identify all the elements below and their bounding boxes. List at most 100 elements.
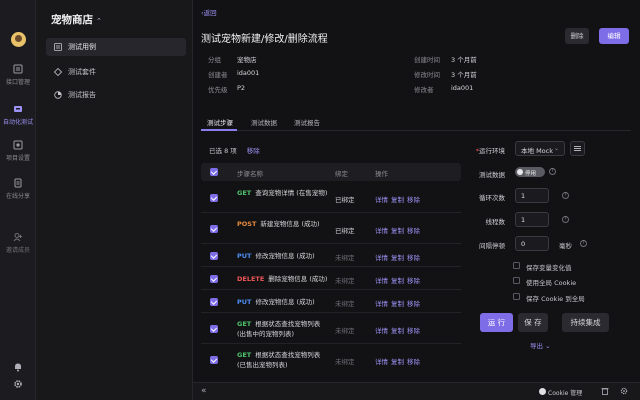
save-variables-checkbox[interactable] xyxy=(513,262,520,269)
chevron-down-icon: ⌄ xyxy=(553,145,559,152)
table-row[interactable]: PUT 修改宠物信息 (成功) 未绑定 详情 复制 移除 xyxy=(201,245,461,267)
meta-group-value: 宠物店 xyxy=(237,56,257,64)
row-checkbox[interactable] xyxy=(210,252,218,260)
row-actions: 详情 复制 移除 xyxy=(375,356,423,366)
ci-button[interactable]: 持续集成 xyxy=(562,313,609,332)
gear-icon[interactable] xyxy=(13,379,23,389)
table-row[interactable]: GET 根据状态查找宠物列表 (已售出宠物列表) 未绑定 详情 复制 移除 xyxy=(201,345,461,375)
loop-label: 循环次数 xyxy=(479,194,505,202)
rail-item-share[interactable]: 在线分享 xyxy=(0,178,36,200)
tab-test-steps[interactable]: 测试步骤 xyxy=(207,117,233,127)
detail-link[interactable]: 详情 xyxy=(375,227,388,235)
loop-count-input[interactable]: 1 xyxy=(515,188,549,203)
invite-member-icon xyxy=(13,233,22,242)
detail-link[interactable]: 详情 xyxy=(375,327,388,335)
copy-link[interactable]: 复制 xyxy=(391,254,404,262)
help-icon[interactable]: ? xyxy=(562,216,569,223)
back-link[interactable]: ‹返回 xyxy=(201,7,217,17)
row-checkbox[interactable] xyxy=(210,298,218,306)
meta-group-key: 分组 xyxy=(208,56,221,64)
rail-item-invite[interactable]: 邀请成员 xyxy=(0,232,36,254)
save-button[interactable]: 保 存 xyxy=(518,313,548,332)
detail-link[interactable]: 详情 xyxy=(375,300,388,308)
run-button[interactable]: 运 行 xyxy=(480,313,513,332)
method-badge: PUT xyxy=(237,252,252,260)
table-row[interactable]: GET 根据状态查找宠物列表 (出售中的宠物列表) 未绑定 详情 复制 移除 xyxy=(201,314,461,344)
collapse-sidebar-button[interactable]: « xyxy=(201,386,207,396)
delete-button[interactable]: 删除 xyxy=(565,28,589,44)
copy-link[interactable]: 复制 xyxy=(391,327,404,335)
save-cookie-checkbox[interactable] xyxy=(513,293,520,300)
trash-icon[interactable] xyxy=(601,387,609,395)
row-checkbox[interactable] xyxy=(210,356,218,364)
copy-link[interactable]: 复制 xyxy=(391,358,404,366)
tab-test-reports[interactable]: 测试报告 xyxy=(294,117,320,127)
project-switcher[interactable]: 宠物商店 ⌃ xyxy=(51,12,102,27)
avatar[interactable] xyxy=(11,32,26,47)
meta-modifier-key: 修改者 xyxy=(414,86,434,94)
detail-link[interactable]: 详情 xyxy=(375,196,388,204)
bind-status: 未绑定 xyxy=(335,277,355,285)
selection-bar: 已选 8 项 移除 xyxy=(209,145,260,155)
nav-item-test-suites[interactable]: 测试套件 xyxy=(46,63,186,81)
row-checkbox[interactable] xyxy=(210,275,218,283)
selected-count: 已选 8 项 xyxy=(209,147,237,155)
select-all-checkbox[interactable] xyxy=(210,168,218,176)
remove-link[interactable]: 移除 xyxy=(407,300,420,308)
detail-link[interactable]: 详情 xyxy=(375,277,388,285)
step-name: GET 根据状态查找宠物列表 (出售中的宠物列表) xyxy=(237,320,321,338)
nav-item-test-reports[interactable]: 测试报告 xyxy=(46,86,186,104)
remove-link[interactable]: 移除 xyxy=(407,254,420,262)
tab-test-data[interactable]: 测试数据 xyxy=(251,117,277,127)
interval-input[interactable]: 0 xyxy=(515,236,549,251)
help-icon[interactable]: ? xyxy=(580,240,587,247)
bind-status: 已绑定 xyxy=(335,196,355,204)
detail-link[interactable]: 详情 xyxy=(375,358,388,366)
method-badge: PUT xyxy=(237,298,252,306)
help-icon[interactable]: ? xyxy=(562,192,569,199)
row-checkbox[interactable] xyxy=(210,194,218,202)
row-checkbox[interactable] xyxy=(210,325,218,333)
remove-link[interactable]: 移除 xyxy=(407,277,420,285)
export-dropdown[interactable]: 导出 ⌄ xyxy=(530,340,551,350)
table-row[interactable]: PUT 修改宠物信息 (成功) 未绑定 详情 复制 移除 xyxy=(201,291,461,313)
rail-item-automation[interactable]: 自动化测试 xyxy=(0,104,36,126)
row-actions: 详情 复制 移除 xyxy=(375,252,423,262)
bind-status: 未绑定 xyxy=(335,254,355,262)
test-data-toggle[interactable]: 停用 xyxy=(515,167,545,177)
rail-item-api[interactable]: 接口管理 xyxy=(0,64,36,86)
table-row[interactable]: DELETE 删除宠物信息 (成功) 未绑定 详情 复制 移除 xyxy=(201,268,461,290)
interval-label: 间隔停顿 xyxy=(479,242,505,250)
copy-link[interactable]: 复制 xyxy=(391,300,404,308)
row-checkbox[interactable] xyxy=(210,225,218,233)
env-select[interactable]: 本地 Mock ⌄ xyxy=(515,141,565,156)
copy-link[interactable]: 复制 xyxy=(391,196,404,204)
method-badge: GET xyxy=(237,320,252,328)
threads-label: 线程数 xyxy=(485,218,506,226)
rail-item-project-settings[interactable]: 项目设置 xyxy=(0,140,36,162)
bulk-remove-link[interactable]: 移除 xyxy=(247,147,260,155)
rail-label: 在线分享 xyxy=(5,193,30,200)
copy-link[interactable]: 复制 xyxy=(391,227,404,235)
nav-item-label: 测试报告 xyxy=(68,91,96,99)
nav-item-test-cases[interactable]: 测试用例 xyxy=(46,38,186,56)
table-row[interactable]: POST 新建宠物信息 (成功) 已绑定 详情 复制 移除 xyxy=(201,214,461,244)
meta-modified-key: 修改时间 xyxy=(414,71,440,79)
remove-link[interactable]: 移除 xyxy=(407,358,420,366)
settings-icon[interactable] xyxy=(620,387,628,395)
remove-link[interactable]: 移除 xyxy=(407,327,420,335)
remove-link[interactable]: 移除 xyxy=(407,227,420,235)
env-manage-button[interactable] xyxy=(570,141,585,156)
table-row[interactable]: GET 查询宠物详情 (在售宠物) 已绑定 详情 复制 移除 xyxy=(201,183,461,213)
help-icon[interactable]: ? xyxy=(549,168,556,175)
edit-button[interactable]: 编辑 xyxy=(599,28,629,44)
remove-link[interactable]: 移除 xyxy=(407,196,420,204)
copy-link[interactable]: 复制 xyxy=(391,277,404,285)
threads-input[interactable]: 1 xyxy=(515,212,549,227)
cookie-manager-link[interactable]: Cookie 管理 xyxy=(548,388,582,397)
env-value: 本地 Mock xyxy=(521,147,553,155)
meta-creator-value: ida001 xyxy=(237,69,260,77)
detail-link[interactable]: 详情 xyxy=(375,254,388,262)
global-cookie-checkbox[interactable] xyxy=(513,277,520,284)
bell-icon[interactable] xyxy=(13,362,23,372)
